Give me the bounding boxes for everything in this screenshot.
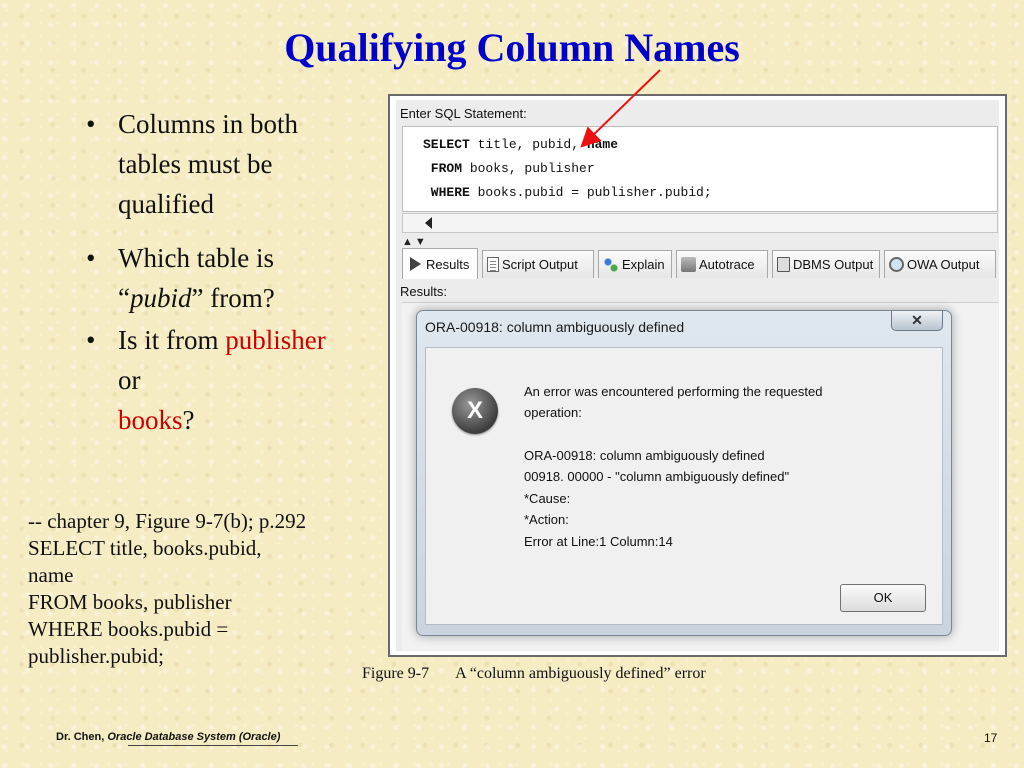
- bullet-dot: •: [86, 243, 96, 273]
- error-dialog: ORA-00918: column ambiguously defined ✕ …: [416, 310, 952, 636]
- sql-code-line: -- chapter 9, Figure 9-7(b); p.292: [28, 509, 307, 533]
- keyword-name: name: [579, 137, 619, 152]
- error-message-line: An error was encountered performing the …: [524, 384, 823, 399]
- page-number: 17: [984, 731, 998, 745]
- explain-plan-icon: [603, 256, 619, 273]
- tab-script-output[interactable]: Script Output: [482, 250, 594, 278]
- slide-title: Qualifying Column Names: [284, 25, 740, 70]
- editor-text: title, pubid,: [469, 137, 580, 152]
- tab-label: Script Output: [502, 257, 578, 272]
- bullet-is-it-from: • Is it from publisher or books?: [78, 320, 328, 440]
- sql-code-block: -- chapter 9, Figure 9-7(b); p.292 SELEC…: [28, 508, 408, 670]
- dbms-output-icon: [777, 257, 790, 272]
- footer-credit: Dr. Chen, Oracle Database System (Oracle…: [56, 731, 298, 746]
- autotrace-icon: [681, 257, 696, 272]
- horizontal-scrollbar[interactable]: [402, 213, 998, 233]
- highlight-books: books: [118, 405, 183, 435]
- splitter-arrows-icon[interactable]: ▲▼: [402, 236, 428, 248]
- owa-output-icon: [889, 257, 904, 272]
- error-message-line: operation:: [524, 405, 582, 420]
- tab-dbms-output[interactable]: DBMS Output: [772, 250, 880, 278]
- keyword-from: FROM: [423, 161, 463, 176]
- scroll-left-arrow-icon[interactable]: [425, 217, 432, 229]
- bullet-text-mid: or: [118, 365, 141, 395]
- error-message-line: *Action:: [524, 512, 569, 527]
- tab-label: DBMS Output: [793, 257, 874, 272]
- caption-figure-number: Figure 9-7: [362, 665, 430, 682]
- tab-explain[interactable]: Explain: [598, 250, 672, 278]
- sql-code-line: FROM books, publisher: [28, 590, 232, 614]
- editor-line-from: FROM books, publisher: [423, 161, 595, 176]
- dialog-body: X An error was encountered performing th…: [425, 347, 943, 625]
- highlight-publisher: publisher: [225, 325, 326, 355]
- tab-results[interactable]: Results: [402, 248, 478, 279]
- output-tab-bar: Results Script Output Explain Autotrace …: [402, 248, 998, 279]
- dialog-title: ORA-00918: column ambiguously defined: [425, 319, 685, 335]
- figure-caption: Figure 9-7 A “column ambiguously defined”…: [362, 665, 706, 683]
- editor-line-select: SELECT title, pubid, name: [423, 137, 618, 152]
- footer-underline: [128, 745, 298, 746]
- error-message-line: *Cause:: [524, 491, 571, 506]
- tab-autotrace[interactable]: Autotrace: [676, 250, 768, 278]
- error-message-line: 00918. 00000 - "column ambiguously defin…: [524, 469, 790, 484]
- sql-statement-label: Enter SQL Statement:: [400, 106, 527, 121]
- tab-label: Explain: [622, 257, 665, 272]
- bullet-columns-qualified: • Columns in both tables must be qualifi…: [78, 104, 318, 224]
- sql-code-line: SELECT title, books.pubid,: [28, 536, 262, 560]
- keyword-where: WHERE: [423, 185, 470, 200]
- error-message-line: Error at Line:1 Column:14: [524, 534, 673, 549]
- bullet-text: Columns in both tables must be qualified: [118, 109, 299, 219]
- results-label: Results:: [400, 284, 447, 299]
- bullet-which-table: • Which table is “pubid” from?: [78, 238, 328, 318]
- editor-line-where: WHERE books.pubid = publisher.pubid;: [423, 185, 712, 200]
- caption-text: A “column ambiguously defined” error: [455, 665, 706, 682]
- error-icon: X: [452, 388, 498, 434]
- close-icon[interactable]: ✕: [891, 311, 943, 331]
- sql-code-line: name: [28, 563, 74, 587]
- sql-code-line: publisher.pubid;: [28, 644, 164, 668]
- tab-label: Autotrace: [699, 257, 755, 272]
- document-icon: [487, 257, 499, 272]
- bullet-dot: •: [86, 109, 96, 139]
- bullet-text-suffix: ” from?: [191, 283, 275, 313]
- editor-text: books, publisher: [462, 161, 595, 176]
- bullet-text-prefix: Is it from: [118, 325, 226, 355]
- footer-course: Oracle Database System (Oracle): [107, 731, 281, 743]
- tab-label: OWA Output: [907, 257, 980, 272]
- error-message-line: ORA-00918: column ambiguously defined: [524, 448, 765, 463]
- tab-label: Results: [426, 256, 470, 272]
- keyword-select: SELECT: [423, 137, 470, 152]
- bullet-text-suffix: ?: [182, 405, 195, 435]
- editor-text: books.pubid = publisher.pubid;: [469, 185, 712, 200]
- sql-editor[interactable]: SELECT title, pubid, name FROM books, pu…: [402, 126, 998, 212]
- bullet-list: • Columns in both tables must be qualifi…: [78, 104, 328, 442]
- run-icon: [407, 256, 423, 272]
- bullet-dot: •: [86, 325, 96, 355]
- ok-button[interactable]: OK: [840, 584, 926, 612]
- sql-code-line: WHERE books.pubid =: [28, 617, 229, 641]
- footer-author: Dr. Chen,: [56, 731, 105, 743]
- bullet-text-italic: pubid: [129, 283, 192, 313]
- tab-owa-output[interactable]: OWA Output: [884, 250, 996, 278]
